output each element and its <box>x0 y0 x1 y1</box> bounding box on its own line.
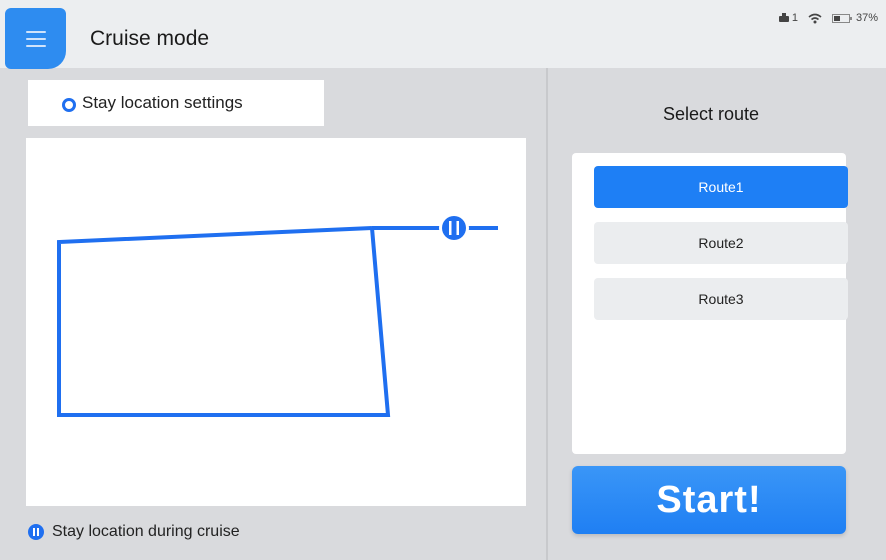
battery-percent: 37% <box>855 12 878 24</box>
robot-status: 1 <box>778 12 798 24</box>
route-option-1[interactable]: Route1 <box>594 166 848 208</box>
route-map-canvas <box>57 213 498 417</box>
route-option-2[interactable]: Route2 <box>594 222 848 264</box>
robot-icon <box>778 13 789 22</box>
top-bar: Cruise mode 1 37% <box>0 0 886 69</box>
battery-status: 37% <box>831 12 878 24</box>
wifi-icon <box>808 13 822 23</box>
select-route-title: Select route <box>662 104 760 124</box>
stay-location-icon <box>28 524 44 540</box>
start-button[interactable]: Start! <box>572 466 846 534</box>
menu-line-icon <box>25 30 46 33</box>
page-title: Cruise mode <box>90 27 210 50</box>
status-bar: 1 37% <box>778 12 878 24</box>
route-option-3[interactable]: Route3 <box>594 278 848 320</box>
legend: Stay location during cruise <box>28 523 240 541</box>
robot-count: 1 <box>791 12 798 24</box>
route-list: Route1 Route2 Route3 <box>572 153 848 454</box>
legend-label: Stay location during cruise <box>52 523 240 540</box>
route-path <box>57 226 391 417</box>
route-map[interactable] <box>26 138 526 506</box>
menu-button[interactable] <box>5 8 66 69</box>
panel-divider <box>546 68 548 560</box>
menu-line-icon <box>25 37 46 40</box>
settings-icon <box>62 98 76 112</box>
menu-line-icon <box>25 44 46 47</box>
battery-icon <box>831 13 852 23</box>
settings-label: Stay location settings <box>82 93 243 112</box>
stay-location-settings-button[interactable]: Stay location settings <box>28 80 324 126</box>
stay-location-marker[interactable] <box>439 213 469 243</box>
